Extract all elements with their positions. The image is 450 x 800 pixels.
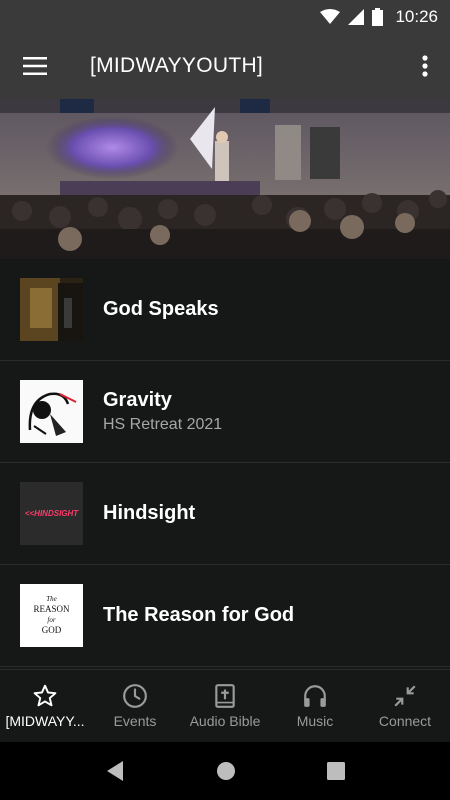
list-item[interactable]: Gravity HS Retreat 2021: [0, 361, 450, 463]
list-item-title: God Speaks: [103, 298, 219, 320]
list-thumbnail: <<HINDSIGHT: [20, 482, 83, 545]
content-list: God Speaks Gravity HS Retreat 2021 <<HIN…: [0, 259, 450, 669]
system-navigation-bar: [0, 742, 450, 800]
nav-label: Connect: [378, 713, 432, 729]
headphones-icon: [304, 685, 326, 707]
list-thumbnail: [20, 278, 83, 341]
nav-item-connect[interactable]: Connect: [360, 670, 450, 742]
clock-icon: [123, 684, 147, 708]
list-item[interactable]: God Speaks: [0, 259, 450, 361]
more-vert-icon: [422, 55, 428, 77]
compress-icon: [394, 685, 416, 707]
nav-label: Audio Bible: [189, 713, 261, 729]
thumbnail-text: REASON: [33, 604, 70, 614]
list-item[interactable]: The REASON for GOD The Reason for God: [0, 565, 450, 667]
nav-item-home[interactable]: [MIDWAYY...: [0, 670, 90, 742]
list-thumbnail: [20, 380, 83, 443]
home-icon[interactable]: [216, 761, 236, 781]
cell-signal-icon: [348, 8, 365, 25]
thumbnail-text: <<HINDSIGHT: [25, 509, 79, 518]
thumbnail-text: GOD: [42, 625, 62, 635]
overflow-menu-button[interactable]: [400, 33, 450, 99]
app-bar: [MIDWAYYOUTH]: [0, 33, 450, 99]
nav-item-music[interactable]: Music: [270, 670, 360, 742]
nav-label: [MIDWAYY...: [5, 713, 85, 729]
nav-item-events[interactable]: Events: [90, 670, 180, 742]
list-item-title: Hindsight: [103, 502, 196, 524]
nav-label: Music: [296, 713, 334, 729]
menu-button[interactable]: [0, 33, 70, 99]
list-item-title: Gravity: [103, 389, 172, 411]
list-item-title: The Reason for God: [103, 604, 295, 626]
thumbnail-text: The: [46, 595, 57, 603]
list-thumbnail: The REASON for GOD: [20, 584, 83, 647]
nav-label: Events: [113, 713, 157, 729]
hamburger-menu-icon: [23, 57, 47, 75]
status-bar: 10:26: [0, 0, 450, 33]
hero-photo: [0, 99, 450, 259]
back-icon[interactable]: [105, 760, 125, 782]
status-time: 10:26: [395, 6, 438, 26]
hero-image: [0, 99, 450, 259]
bottom-navigation: [MIDWAYY... Events Audio Bible Music Con…: [0, 669, 450, 742]
bible-icon: [215, 684, 235, 708]
list-item-subtitle: HS Retreat 2021: [103, 416, 223, 433]
thumbnail-text: for: [47, 616, 55, 624]
list-item[interactable]: <<HINDSIGHT Hindsight: [0, 463, 450, 565]
battery-icon: [372, 7, 384, 26]
wifi-icon: [320, 8, 341, 24]
star-icon: [33, 684, 57, 707]
app-title: [MIDWAYYOUTH]: [90, 54, 264, 77]
nav-item-audio-bible[interactable]: Audio Bible: [180, 670, 270, 742]
recents-icon[interactable]: [326, 762, 345, 780]
